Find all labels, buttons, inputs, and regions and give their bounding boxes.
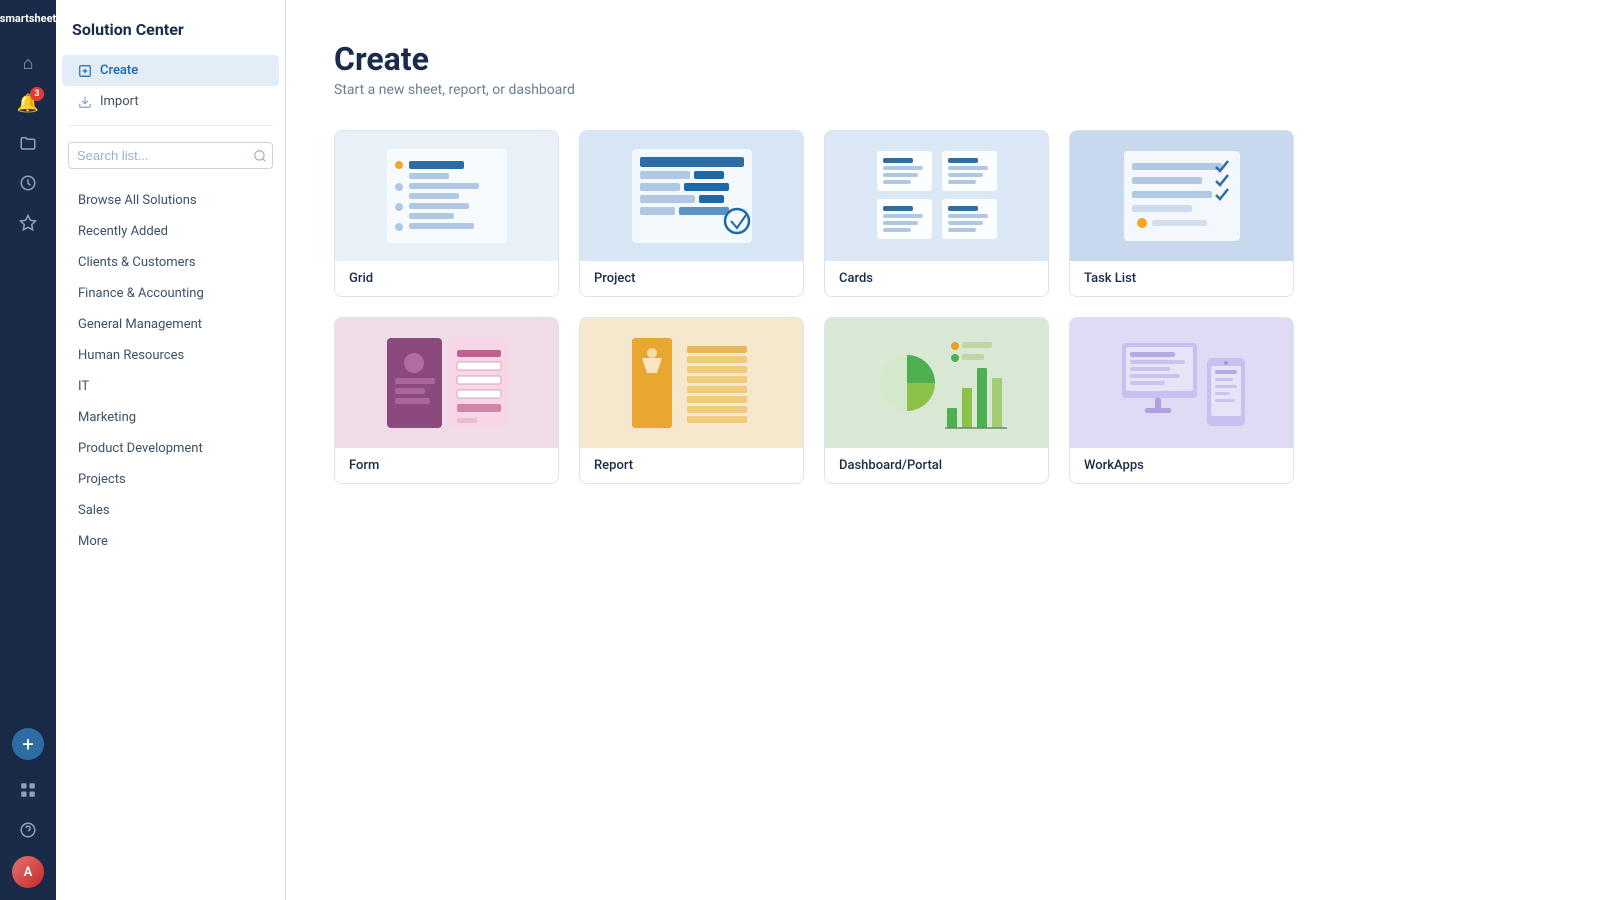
favorites-nav-icon[interactable] bbox=[10, 205, 46, 241]
create-icon bbox=[78, 64, 92, 78]
search-icon[interactable] bbox=[253, 149, 267, 163]
sidebar-item-browse-all[interactable]: Browse All Solutions bbox=[62, 185, 279, 216]
sidebar-item-general-management[interactable]: General Management bbox=[62, 309, 279, 340]
sidebar: Solution Center Create Import Browse All… bbox=[56, 0, 286, 900]
apps-grid-icon[interactable] bbox=[10, 772, 46, 808]
create-new-button[interactable]: + bbox=[12, 728, 44, 760]
import-label: Import bbox=[100, 94, 139, 109]
card-project-image bbox=[580, 131, 803, 261]
search-box bbox=[68, 142, 273, 169]
card-workapps-image bbox=[1070, 318, 1293, 448]
it-label: IT bbox=[78, 379, 89, 394]
product-development-label: Product Development bbox=[78, 441, 203, 456]
home-nav-icon[interactable]: ⌂ bbox=[10, 45, 46, 81]
card-form-label: Form bbox=[335, 448, 558, 483]
marketing-label: Marketing bbox=[78, 410, 136, 425]
sidebar-item-import[interactable]: Import bbox=[62, 86, 279, 117]
sidebar-item-projects[interactable]: Projects bbox=[62, 464, 279, 495]
card-report[interactable]: Report bbox=[579, 317, 804, 484]
sidebar-item-it[interactable]: IT bbox=[62, 371, 279, 402]
sidebar-divider-1 bbox=[68, 125, 273, 126]
card-dashboard-image bbox=[825, 318, 1048, 448]
create-label: Create bbox=[100, 63, 138, 78]
more-label: More bbox=[78, 534, 108, 549]
card-form[interactable]: Form bbox=[334, 317, 559, 484]
sidebar-item-recently-added[interactable]: Recently Added bbox=[62, 216, 279, 247]
card-form-image bbox=[335, 318, 558, 448]
help-nav-icon[interactable] bbox=[10, 812, 46, 848]
cards-grid: Grid Project bbox=[334, 130, 1294, 484]
folder-nav-icon[interactable] bbox=[10, 125, 46, 161]
card-workapps[interactable]: WorkApps bbox=[1069, 317, 1294, 484]
nav-bar: smartsheet ⌂ 🔔 3 + A bbox=[0, 0, 56, 900]
sidebar-item-more[interactable]: More bbox=[62, 526, 279, 557]
search-input[interactable] bbox=[77, 148, 253, 163]
card-grid-image bbox=[335, 131, 558, 261]
app-logo: smartsheet bbox=[0, 12, 56, 25]
card-report-image bbox=[580, 318, 803, 448]
card-cards[interactable]: Cards bbox=[824, 130, 1049, 297]
clients-customers-label: Clients & Customers bbox=[78, 255, 196, 270]
card-grid[interactable]: Grid bbox=[334, 130, 559, 297]
page-title: Create bbox=[334, 40, 1552, 78]
sidebar-item-product-development[interactable]: Product Development bbox=[62, 433, 279, 464]
sidebar-item-marketing[interactable]: Marketing bbox=[62, 402, 279, 433]
page-subtitle: Start a new sheet, report, or dashboard bbox=[334, 82, 1552, 98]
browse-all-label: Browse All Solutions bbox=[78, 193, 197, 208]
recently-added-label: Recently Added bbox=[78, 224, 168, 239]
card-tasklist-image bbox=[1070, 131, 1293, 261]
card-cards-image bbox=[825, 131, 1048, 261]
projects-label: Projects bbox=[78, 472, 126, 487]
sidebar-title: Solution Center bbox=[56, 20, 285, 55]
notification-badge: 3 bbox=[30, 87, 44, 101]
import-icon bbox=[78, 95, 92, 109]
sidebar-item-human-resources[interactable]: Human Resources bbox=[62, 340, 279, 371]
finance-accounting-label: Finance & Accounting bbox=[78, 286, 204, 301]
user-avatar[interactable]: A bbox=[12, 856, 44, 888]
card-dashboard-label: Dashboard/Portal bbox=[825, 448, 1048, 483]
sidebar-item-create[interactable]: Create bbox=[62, 55, 279, 86]
notifications-nav-icon[interactable]: 🔔 3 bbox=[10, 85, 46, 121]
general-management-label: General Management bbox=[78, 317, 202, 332]
human-resources-label: Human Resources bbox=[78, 348, 184, 363]
card-tasklist[interactable]: Task List bbox=[1069, 130, 1294, 297]
sales-label: Sales bbox=[78, 503, 110, 518]
card-report-label: Report bbox=[580, 448, 803, 483]
card-grid-label: Grid bbox=[335, 261, 558, 296]
sidebar-item-clients-customers[interactable]: Clients & Customers bbox=[62, 247, 279, 278]
card-workapps-label: WorkApps bbox=[1070, 448, 1293, 483]
card-project[interactable]: Project bbox=[579, 130, 804, 297]
card-tasklist-label: Task List bbox=[1070, 261, 1293, 296]
card-cards-label: Cards bbox=[825, 261, 1048, 296]
main-content: Create Start a new sheet, report, or das… bbox=[286, 0, 1600, 900]
card-dashboard[interactable]: Dashboard/Portal bbox=[824, 317, 1049, 484]
card-project-label: Project bbox=[580, 261, 803, 296]
sidebar-item-sales[interactable]: Sales bbox=[62, 495, 279, 526]
history-nav-icon[interactable] bbox=[10, 165, 46, 201]
sidebar-item-finance-accounting[interactable]: Finance & Accounting bbox=[62, 278, 279, 309]
